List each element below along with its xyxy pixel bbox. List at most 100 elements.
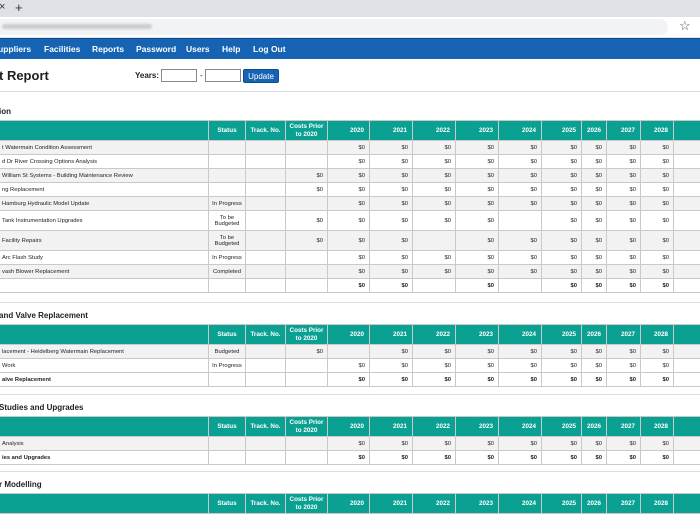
total-value-cell: $0 (542, 279, 582, 293)
total-value-cell: $0 (456, 279, 499, 293)
year-value-cell (499, 211, 542, 231)
year-to-input[interactable] (205, 69, 241, 82)
year-value-cell: $0 (413, 437, 456, 451)
star-icon[interactable]: ☆ (679, 18, 691, 34)
header-year-2028: 2028 (641, 325, 674, 345)
prior-cost-cell (286, 265, 328, 279)
close-tab-icon[interactable]: × (0, 1, 5, 13)
nav-suppliers[interactable]: uppliers (0, 44, 31, 54)
total-value-cell: $0 (582, 373, 607, 387)
header-year-2028: 2028 (641, 417, 674, 437)
nav-help[interactable]: Help (222, 44, 240, 54)
status-cell: In Progress (209, 197, 246, 211)
year-value-cell: $0 (370, 437, 413, 451)
table-row: ng Replacement$0$0$0$0$0$0$0$0$0$0 (0, 183, 700, 197)
header-track: Track. No. (246, 494, 286, 514)
extra-cell (674, 265, 700, 279)
year-value-cell: $0 (607, 231, 641, 251)
track-cell (246, 345, 286, 359)
year-value-cell: $0 (413, 359, 456, 373)
total-value-cell: $0 (456, 373, 499, 387)
track-cell (246, 437, 286, 451)
year-value-cell: $0 (413, 155, 456, 169)
header-year-2026: 2026 (582, 417, 607, 437)
table-row: Analysis$0$0$0$0$0$0$0$0$0 (0, 437, 700, 451)
header-year-2025: 2025 (542, 121, 582, 141)
extra-cell (674, 359, 700, 373)
project-name: Arc Flash Study (0, 251, 209, 265)
nav-password[interactable]: Password (136, 44, 176, 54)
nav-logout[interactable]: Log Out (253, 44, 286, 54)
year-value-cell: $0 (499, 345, 542, 359)
nav-facilities[interactable]: Facilities (44, 44, 80, 54)
prior-cost-cell: $0 (286, 183, 328, 197)
new-tab-button[interactable]: + (15, 0, 23, 15)
year-value-cell: $0 (456, 141, 499, 155)
year-value-cell: $0 (456, 359, 499, 373)
prior-cost-cell: $0 (286, 345, 328, 359)
project-name: Tank Instrumentation Upgrades (0, 211, 209, 231)
extra-cell (674, 183, 700, 197)
table-row: vash Blower ReplacementCompleted$0$0$0$0… (0, 265, 700, 279)
section-title: ion (0, 107, 11, 116)
year-value-cell: $0 (456, 437, 499, 451)
year-value-cell: $0 (370, 141, 413, 155)
header-year-2027: 2027 (607, 494, 641, 514)
total-empty-cell (286, 451, 328, 465)
year-value-cell: $0 (582, 211, 607, 231)
header-year-2021: 2021 (370, 494, 413, 514)
year-value-cell: $0 (499, 437, 542, 451)
year-value-cell: $0 (542, 345, 582, 359)
nav-users[interactable]: Users (186, 44, 210, 54)
year-value-cell: $0 (641, 231, 674, 251)
total-row: ies and Upgrades$0$0$0$0$0$0$0$0$0 (0, 451, 700, 465)
header-year-2028: 2028 (641, 494, 674, 514)
year-dash: - (200, 71, 203, 80)
total-value-cell: $0 (582, 451, 607, 465)
header-project (0, 325, 209, 345)
total-value-cell: $0 (542, 451, 582, 465)
year-from-input[interactable] (161, 69, 197, 82)
year-value-cell: $0 (499, 169, 542, 183)
extra-cell (674, 231, 700, 251)
year-value-cell: $0 (582, 359, 607, 373)
header-status: Status (209, 325, 246, 345)
status-cell: In Progress (209, 251, 246, 265)
header-year-2020: 2020 (328, 494, 370, 514)
header-year-2023: 2023 (456, 417, 499, 437)
address-bar-row: ☆ (0, 17, 700, 37)
update-button[interactable]: Update (243, 69, 279, 83)
section-title: Studies and Upgrades (0, 403, 83, 412)
main-nav: uppliers Facilities Reports Password Use… (0, 38, 700, 59)
total-empty-cell (246, 451, 286, 465)
header-year-2021: 2021 (370, 121, 413, 141)
header-year-2021: 2021 (370, 325, 413, 345)
header-track: Track. No. (246, 325, 286, 345)
year-value-cell: $0 (370, 359, 413, 373)
year-value-cell: $0 (370, 231, 413, 251)
year-value-cell: $0 (641, 155, 674, 169)
total-label: ies and Upgrades (0, 451, 209, 465)
header-year-2022: 2022 (413, 121, 456, 141)
year-value-cell: $0 (542, 359, 582, 373)
year-value-cell: $0 (542, 231, 582, 251)
table-header-row: StatusTrack. No.Costs Priorto 2020202020… (0, 494, 700, 514)
extra-cell (674, 155, 700, 169)
year-value-cell: $0 (370, 197, 413, 211)
status-cell (209, 437, 246, 451)
total-row: $0$0$0$0$0$0$0 (0, 279, 700, 293)
year-value-cell: $0 (582, 265, 607, 279)
project-name: Hamburg Hydraulic Model Update (0, 197, 209, 211)
year-value-cell: $0 (456, 345, 499, 359)
year-value-cell: $0 (582, 251, 607, 265)
year-value-cell: $0 (328, 437, 370, 451)
prior-cost-cell: $0 (286, 211, 328, 231)
year-value-cell: $0 (582, 231, 607, 251)
status-cell: In Progress (209, 359, 246, 373)
total-label: alve Replacement (0, 373, 209, 387)
address-bar[interactable] (0, 19, 668, 35)
year-value-cell: $0 (328, 265, 370, 279)
table-row: William St Systems - Building Maintenanc… (0, 169, 700, 183)
table-header-row: StatusTrack. No.Costs Priorto 2020202020… (0, 417, 700, 437)
nav-reports[interactable]: Reports (92, 44, 124, 54)
